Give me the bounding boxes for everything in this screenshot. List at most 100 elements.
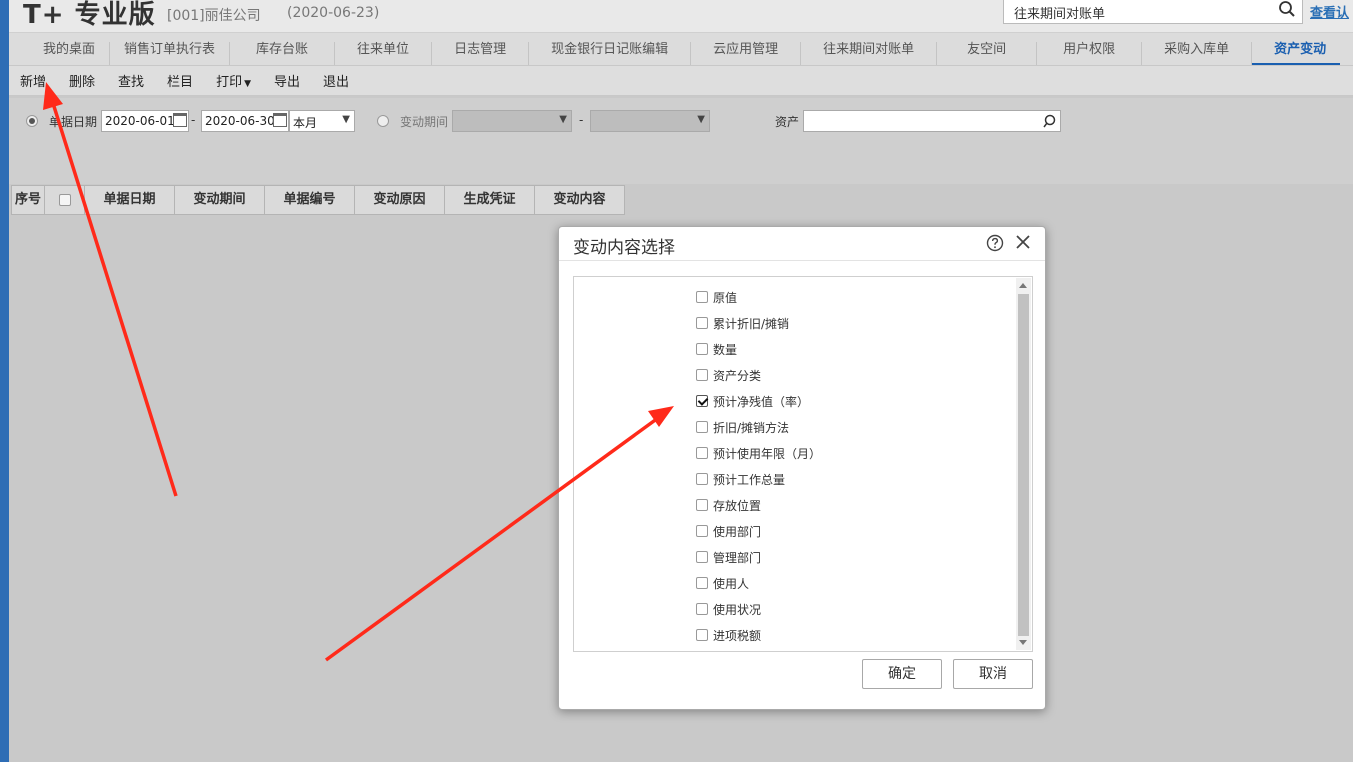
tab-sales-order-report[interactable]: 销售订单执行表 xyxy=(110,42,231,65)
col-change-reason[interactable]: 变动原因 xyxy=(355,185,445,215)
period-preset-value: 本月 xyxy=(293,116,318,130)
period-to-select[interactable]: ▼ xyxy=(590,110,710,132)
select-all-checkbox[interactable] xyxy=(58,193,71,206)
period-from-select[interactable]: ▼ xyxy=(452,110,572,132)
new-button[interactable]: 新增 xyxy=(20,71,46,90)
date-separator: - xyxy=(191,113,196,127)
option-storage-location[interactable]: 存放位置 xyxy=(696,495,761,515)
option-label: 存放位置 xyxy=(713,498,762,513)
option-managing-department[interactable]: 管理部门 xyxy=(696,547,761,567)
option-depreciation-method[interactable]: 折旧/摊销方法 xyxy=(696,417,789,437)
option-original-value[interactable]: 原值 xyxy=(696,287,737,307)
col-voucher[interactable]: 生成凭证 xyxy=(445,185,535,215)
exit-button[interactable]: 退出 xyxy=(323,71,349,90)
col-change-content[interactable]: 变动内容 xyxy=(535,185,625,215)
doc-date-radio[interactable] xyxy=(26,115,38,127)
checkbox-checked[interactable] xyxy=(696,395,708,407)
option-asset-category[interactable]: 资产分类 xyxy=(696,365,761,385)
option-label: 折旧/摊销方法 xyxy=(713,420,790,435)
checkbox[interactable] xyxy=(696,473,708,485)
option-label: 预计净残值（率） xyxy=(713,394,810,409)
global-search-input[interactable]: 往来期间对账单 xyxy=(1003,0,1303,24)
toolbar: 新增 删除 查找 栏目 打印 ▼ 导出 退出 xyxy=(9,66,1353,96)
option-label: 进项税额 xyxy=(713,628,762,643)
option-accumulated-depreciation[interactable]: 累计折旧/摊销 xyxy=(696,313,789,333)
tab-period-statement[interactable]: 往来期间对账单 xyxy=(801,42,938,65)
checkbox[interactable] xyxy=(696,525,708,537)
scroll-down-arrow-icon[interactable] xyxy=(1019,640,1027,645)
export-button[interactable]: 导出 xyxy=(274,71,300,90)
change-content-dialog: 变动内容选择 原值 累计折旧/摊销 数量 资产分类 预计净残值（率） 折旧/摊销… xyxy=(558,226,1046,710)
checkbox[interactable] xyxy=(696,343,708,355)
option-input-tax[interactable]: 进项税额 xyxy=(696,625,761,645)
option-label: 使用部门 xyxy=(713,524,762,539)
search-icon[interactable] xyxy=(1278,0,1296,18)
date-to-value: 2020-06-30 xyxy=(205,114,275,128)
calendar-icon[interactable] xyxy=(273,113,287,127)
checkbox[interactable] xyxy=(696,629,708,641)
col-doc-date[interactable]: 单据日期 xyxy=(85,185,175,215)
view-link[interactable]: 查看认 xyxy=(1310,2,1349,21)
option-total-workload[interactable]: 预计工作总量 xyxy=(696,469,785,489)
doc-date-label: 单据日期 xyxy=(49,115,98,129)
checkbox[interactable] xyxy=(696,499,708,511)
option-label: 累计折旧/摊销 xyxy=(713,316,790,331)
scroll-thumb[interactable] xyxy=(1018,294,1029,636)
tab-cloud-apps[interactable]: 云应用管理 xyxy=(691,42,802,65)
tab-cash-bank-journal[interactable]: 现金银行日记账编辑 xyxy=(529,42,692,65)
asset-label: 资产 xyxy=(775,115,800,129)
checkbox[interactable] xyxy=(696,577,708,589)
date-from-field[interactable]: 2020-06-01 xyxy=(101,110,189,132)
checkbox[interactable] xyxy=(696,447,708,459)
option-quantity[interactable]: 数量 xyxy=(696,339,737,359)
period-preset-select[interactable]: 本月 ▼ xyxy=(289,110,355,132)
checkbox[interactable] xyxy=(696,291,708,303)
ok-button[interactable]: 确定 xyxy=(862,659,942,689)
dialog-divider xyxy=(559,260,1045,261)
col-doc-number[interactable]: 单据编号 xyxy=(265,185,355,215)
tab-purchase-receipt[interactable]: 采购入库单 xyxy=(1142,42,1253,65)
col-change-period[interactable]: 变动期间 xyxy=(175,185,265,215)
tab-log-management[interactable]: 日志管理 xyxy=(432,42,530,65)
tab-inventory-ledger[interactable]: 库存台账 xyxy=(230,42,336,65)
option-usage-status[interactable]: 使用状况 xyxy=(696,599,761,619)
option-user[interactable]: 使用人 xyxy=(696,573,749,593)
change-period-label: 变动期间 xyxy=(400,115,449,129)
chevron-down-icon: ▼ xyxy=(244,79,251,89)
vertical-scrollbar[interactable] xyxy=(1016,278,1031,650)
tab-friend-space[interactable]: 友空间 xyxy=(937,42,1038,65)
help-icon[interactable] xyxy=(986,234,1004,252)
checkbox[interactable] xyxy=(696,603,708,615)
calendar-icon[interactable] xyxy=(173,113,187,127)
delete-button[interactable]: 删除 xyxy=(69,71,95,90)
cancel-button[interactable]: 取消 xyxy=(953,659,1033,689)
tab-my-desktop[interactable]: 我的桌面 xyxy=(9,42,111,65)
columns-button[interactable]: 栏目 xyxy=(167,71,193,90)
tab-asset-change[interactable]: 资产变动 xyxy=(1252,42,1341,65)
product-logo: T+ 专业版 xyxy=(23,0,156,30)
option-label: 原值 xyxy=(713,290,738,305)
chevron-down-icon: ▼ xyxy=(559,114,567,125)
print-label: 打印 xyxy=(216,75,243,90)
change-period-radio[interactable] xyxy=(377,115,389,127)
date-to-field[interactable]: 2020-06-30 xyxy=(201,110,289,132)
tab-partners[interactable]: 往来单位 xyxy=(335,42,433,65)
option-label: 数量 xyxy=(713,342,738,357)
close-icon[interactable] xyxy=(1014,233,1032,251)
tab-strip: 我的桌面 销售订单执行表 库存台账 往来单位 日志管理 现金银行日记账编辑 云应… xyxy=(9,33,1353,66)
find-button[interactable]: 查找 xyxy=(118,71,144,90)
left-edge-strip xyxy=(0,0,9,762)
asset-lookup-input[interactable] xyxy=(803,110,1061,132)
checkbox[interactable] xyxy=(696,551,708,563)
print-button[interactable]: 打印 ▼ xyxy=(216,71,251,90)
checkbox[interactable] xyxy=(696,317,708,329)
checkbox[interactable] xyxy=(696,369,708,381)
scroll-up-arrow-icon[interactable] xyxy=(1019,283,1027,288)
option-using-department[interactable]: 使用部门 xyxy=(696,521,761,541)
checkbox[interactable] xyxy=(696,421,708,433)
option-residual-value[interactable]: 预计净残值（率） xyxy=(696,391,809,411)
col-select-all[interactable] xyxy=(45,185,85,215)
option-useful-life[interactable]: 预计使用年限（月） xyxy=(696,443,821,463)
tab-user-permissions[interactable]: 用户权限 xyxy=(1037,42,1143,65)
lookup-icon[interactable] xyxy=(1042,113,1058,129)
